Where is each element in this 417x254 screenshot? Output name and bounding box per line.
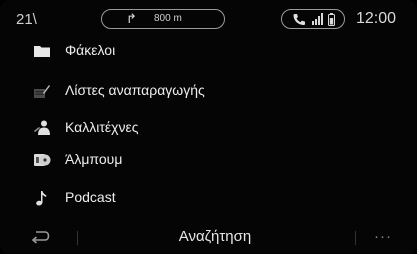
nav-distance: 800 m: [154, 13, 182, 24]
list-item-label: Καλλιτέχνες: [65, 119, 139, 135]
temperature-readout: 21\: [16, 11, 37, 28]
phone-icon: [293, 14, 305, 25]
signal-icon: [312, 13, 323, 25]
status-bar: 21\ ↱ 800 m 12:00: [0, 0, 417, 36]
list-item-label: Φάκελοι: [65, 42, 116, 58]
clock: 12:00: [356, 10, 397, 27]
navigation-widget[interactable]: ↱ 800 m: [101, 9, 225, 29]
more-options-button[interactable]: ···: [374, 228, 392, 245]
divider: [355, 231, 356, 245]
list-item-label: Λίστες αναπαραγωγής: [65, 82, 205, 98]
list-item-folders[interactable]: Φάκελοι: [0, 36, 417, 66]
list-item-playlists[interactable]: Λίστες αναπαραγωγής: [0, 76, 417, 106]
playlist-icon: [34, 85, 50, 98]
album-icon: [34, 154, 51, 166]
turn-arrow-icon: ↱: [126, 11, 137, 26]
list-item-artists[interactable]: Καλλιτέχνες: [0, 113, 417, 143]
list-item-label: Podcast: [65, 189, 116, 205]
search-button[interactable]: Αναζήτηση: [150, 228, 280, 245]
list-item-label: Άλμπουμ: [65, 151, 123, 167]
bottom-bar: Αναζήτηση ···: [0, 222, 417, 254]
artist-icon: [34, 120, 50, 135]
music-note-icon: [36, 191, 47, 206]
list-item-podcast[interactable]: Podcast: [0, 183, 417, 213]
folder-icon: [34, 46, 50, 57]
phone-status-widget[interactable]: [281, 9, 345, 29]
list-item-albums[interactable]: Άλμπουμ: [0, 145, 417, 175]
divider: [77, 231, 78, 245]
battery-icon: [328, 13, 335, 26]
media-browser-screen: 21\ ↱ 800 m 12:00 Φάκελοι Λίστες αναπαρα…: [0, 0, 417, 254]
back-icon[interactable]: [30, 228, 50, 246]
